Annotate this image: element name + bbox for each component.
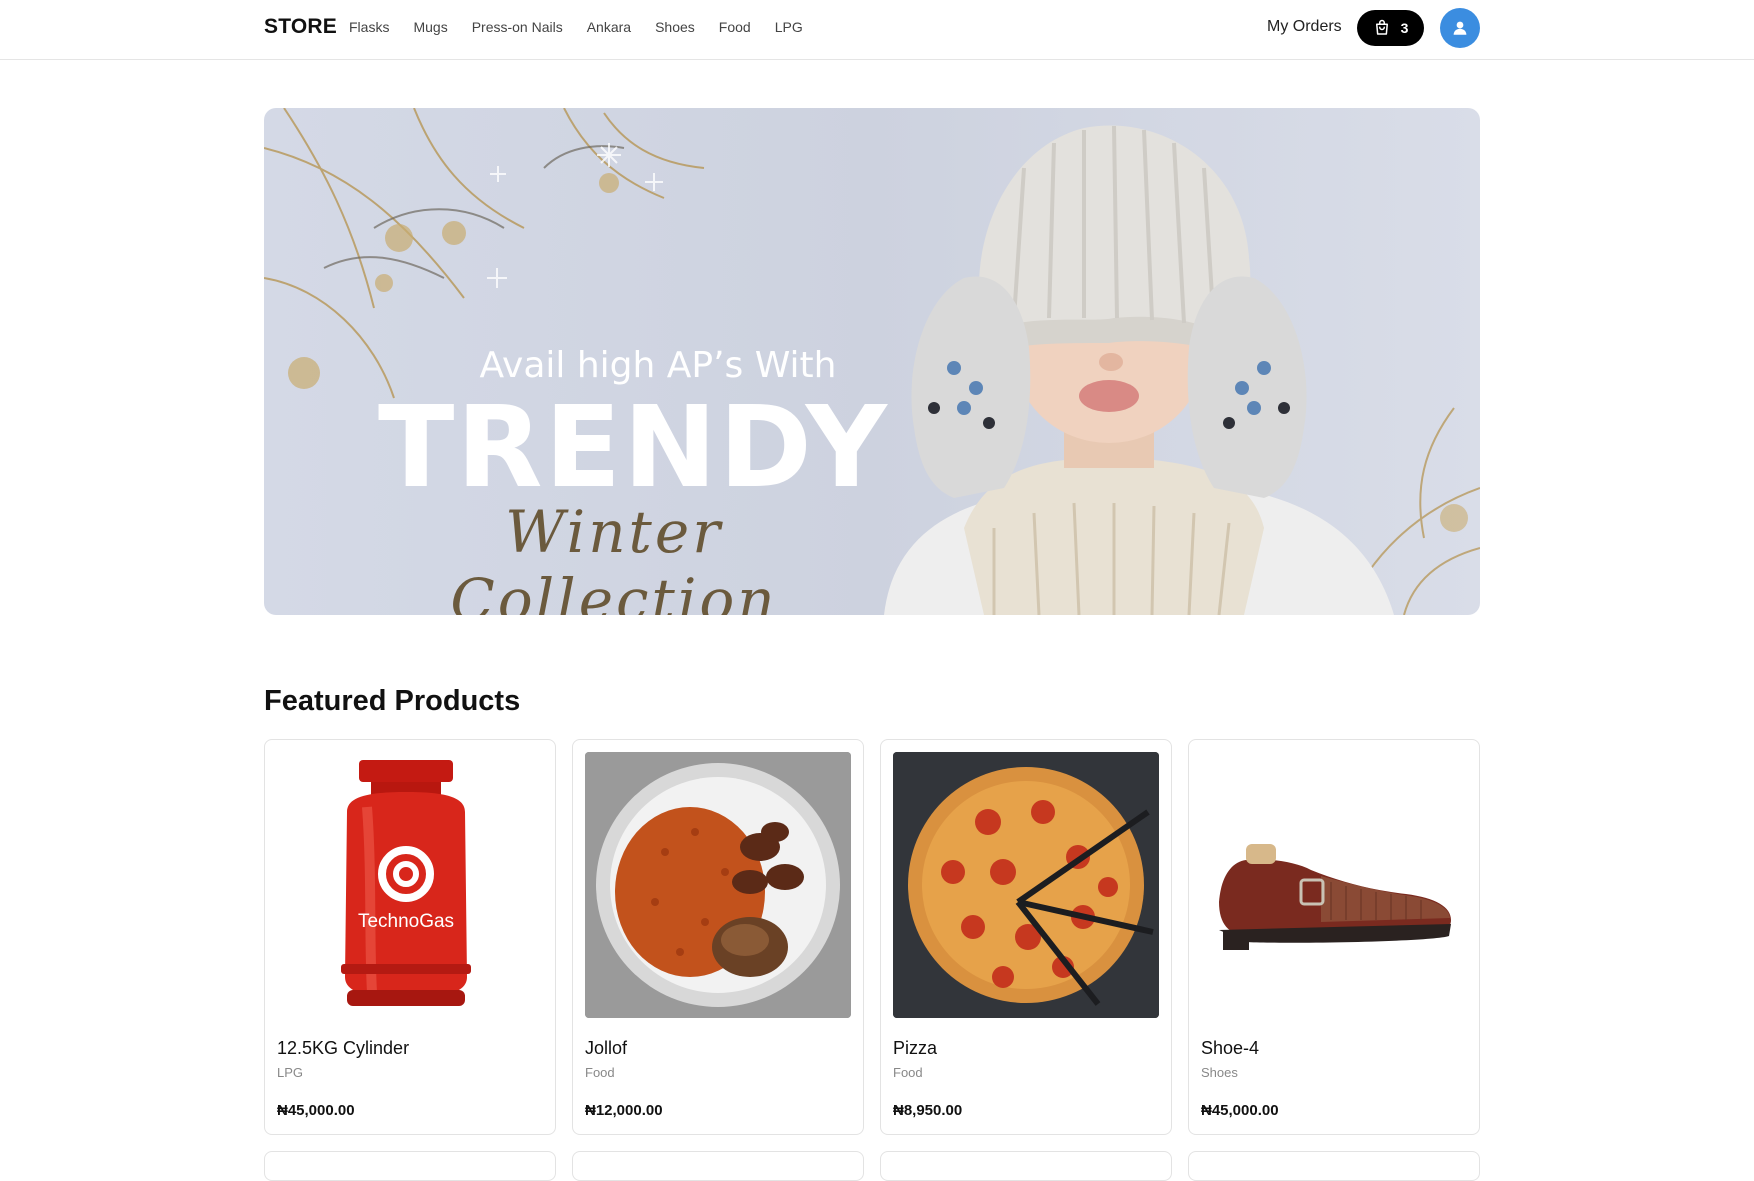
product-price: ₦12,000.00 bbox=[585, 1102, 663, 1119]
product-price: ₦45,000.00 bbox=[277, 1102, 355, 1119]
cart-count-badge: 3 bbox=[1400, 20, 1409, 36]
product-category: LPG bbox=[277, 1065, 304, 1080]
gas-cylinder-image: TechnoGas bbox=[341, 760, 471, 1006]
user-icon bbox=[1453, 21, 1467, 35]
banner-headline: TRENDY bbox=[378, 383, 889, 513]
product-price: ₦8,950.00 bbox=[893, 1102, 963, 1119]
technogas-label: TechnoGas bbox=[358, 911, 454, 932]
product-card-partial[interactable] bbox=[264, 1151, 556, 1181]
hero-banner[interactable]: Avail high AP’s With TRENDY Winter Colle… bbox=[264, 108, 1480, 615]
product-category: Food bbox=[893, 1065, 923, 1080]
product-card-partial[interactable] bbox=[1188, 1151, 1480, 1181]
nav-link-mugs[interactable]: Mugs bbox=[413, 19, 447, 35]
banner-subtitle: Avail high AP’s With bbox=[479, 345, 837, 386]
product-image[interactable]: TechnoGas bbox=[277, 752, 543, 1018]
nav-link-shoes[interactable]: Shoes bbox=[655, 19, 695, 35]
shoe-image bbox=[1219, 844, 1451, 950]
product-card[interactable]: TechnoGas 12.5KG Cylinder LPG ₦45,000.00 bbox=[264, 739, 556, 1135]
product-price: ₦45,000.00 bbox=[1201, 1102, 1279, 1119]
banner-script-text: Winter Collection bbox=[450, 498, 778, 615]
jollof-plate-image bbox=[585, 752, 851, 1018]
product-image[interactable] bbox=[585, 752, 851, 1018]
product-name[interactable]: Pizza bbox=[893, 1038, 937, 1059]
my-orders-link[interactable]: My Orders bbox=[1267, 18, 1342, 36]
category-nav: Flasks Mugs Press-on Nails Ankara Shoes … bbox=[349, 19, 827, 35]
product-card[interactable]: Shoe-4 Shoes ₦45,000.00 bbox=[1188, 739, 1480, 1135]
product-category: Food bbox=[585, 1065, 615, 1080]
product-card-partial[interactable] bbox=[880, 1151, 1172, 1181]
product-card[interactable]: Jollof Food ₦12,000.00 bbox=[572, 739, 864, 1135]
user-avatar-button[interactable] bbox=[1440, 8, 1480, 48]
nav-link-press-on-nails[interactable]: Press-on Nails bbox=[472, 19, 563, 35]
product-image[interactable] bbox=[893, 752, 1159, 1018]
product-card-partial[interactable] bbox=[572, 1151, 864, 1181]
product-card[interactable]: Pizza Food ₦8,950.00 bbox=[880, 739, 1172, 1135]
pizza-image bbox=[893, 752, 1159, 1018]
product-image[interactable] bbox=[1201, 752, 1467, 1018]
featured-products-heading: Featured Products bbox=[264, 685, 521, 717]
nav-link-flasks[interactable]: Flasks bbox=[349, 19, 389, 35]
product-name[interactable]: 12.5KG Cylinder bbox=[277, 1038, 409, 1059]
store-logo[interactable]: STORE bbox=[264, 15, 337, 39]
product-name[interactable]: Shoe-4 bbox=[1201, 1038, 1259, 1059]
product-category: Shoes bbox=[1201, 1065, 1238, 1080]
top-nav-bar: STORE Flasks Mugs Press-on Nails Ankara … bbox=[0, 0, 1754, 60]
nav-link-lpg[interactable]: LPG bbox=[775, 19, 803, 35]
cart-button[interactable]: 3 bbox=[1357, 10, 1424, 46]
nav-link-food[interactable]: Food bbox=[719, 19, 751, 35]
nav-link-ankara[interactable]: Ankara bbox=[587, 19, 631, 35]
product-name[interactable]: Jollof bbox=[585, 1038, 627, 1059]
shopping-bag-icon bbox=[1375, 19, 1388, 35]
